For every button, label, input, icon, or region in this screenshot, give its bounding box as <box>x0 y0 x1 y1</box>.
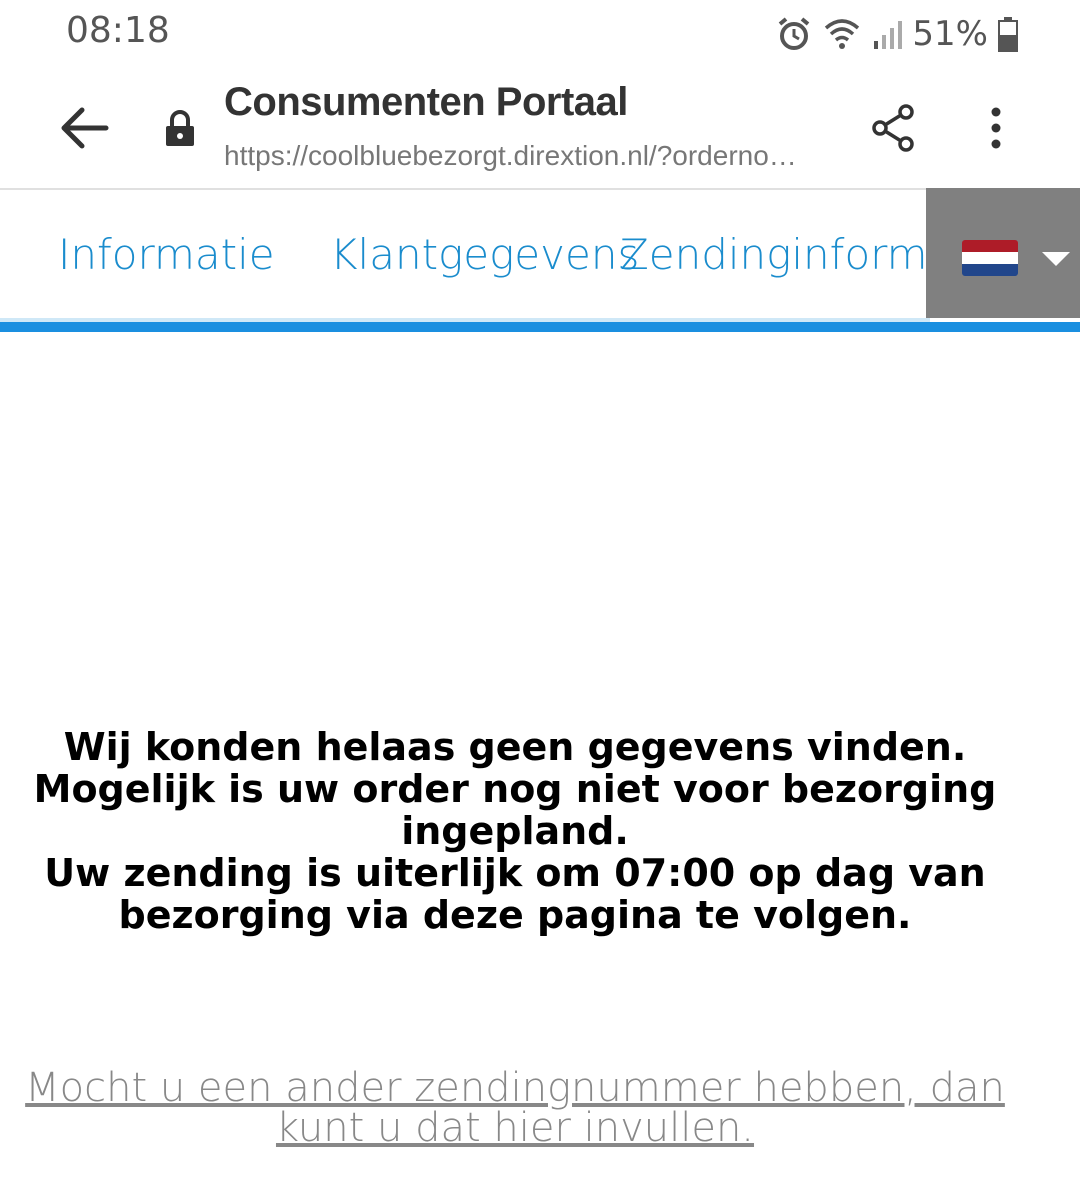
alarm-icon <box>779 17 810 50</box>
battery-percent: 51% <box>912 14 988 54</box>
message-line-3: Uw zending is uiterlijk om 07:00 op dag … <box>44 851 986 937</box>
language-selector[interactable] <box>926 188 1080 318</box>
message-line-1: Wij konden helaas geen gegevens vinden. <box>63 725 967 769</box>
site-nav: Informatie Klantgegevens Zendinginformat… <box>0 188 1080 332</box>
tab-klantgegevens[interactable]: Klantgegevens <box>330 230 639 279</box>
page-title: Consumenten Portaal <box>224 80 628 124</box>
tab-informatie[interactable]: Informatie <box>58 230 275 279</box>
chevron-down-icon <box>1042 252 1070 266</box>
tab-zendinginformatie[interactable]: Zendinginformatie <box>620 230 925 279</box>
other-shipment-link[interactable]: Mocht u een ander zendingnummer hebben, … <box>0 1068 1030 1148</box>
share-icon[interactable] <box>868 102 920 154</box>
more-vert-icon[interactable] <box>970 102 1022 154</box>
netherlands-flag-icon <box>962 240 1018 276</box>
battery-icon <box>998 17 1018 52</box>
lock-icon[interactable] <box>160 108 200 148</box>
wifi-icon <box>825 19 860 49</box>
message-line-2: Mogelijk is uw order nog niet voor bezor… <box>33 767 997 853</box>
status-bar: 08:18 51% <box>0 0 1080 66</box>
status-icons: 51% <box>776 12 1018 56</box>
browser-toolbar: Consumenten Portaal https://coolbluebezo… <box>0 66 1080 190</box>
nav-accent-bar <box>0 322 1080 332</box>
back-arrow-icon[interactable] <box>52 96 116 160</box>
status-time: 08:18 <box>66 10 170 51</box>
page-url[interactable]: https://coolbluebezorgt.dirextion.nl/?or… <box>224 140 854 172</box>
signal-icon <box>874 21 903 49</box>
no-data-message: Wij konden helaas geen gegevens vinden. … <box>20 726 1010 936</box>
